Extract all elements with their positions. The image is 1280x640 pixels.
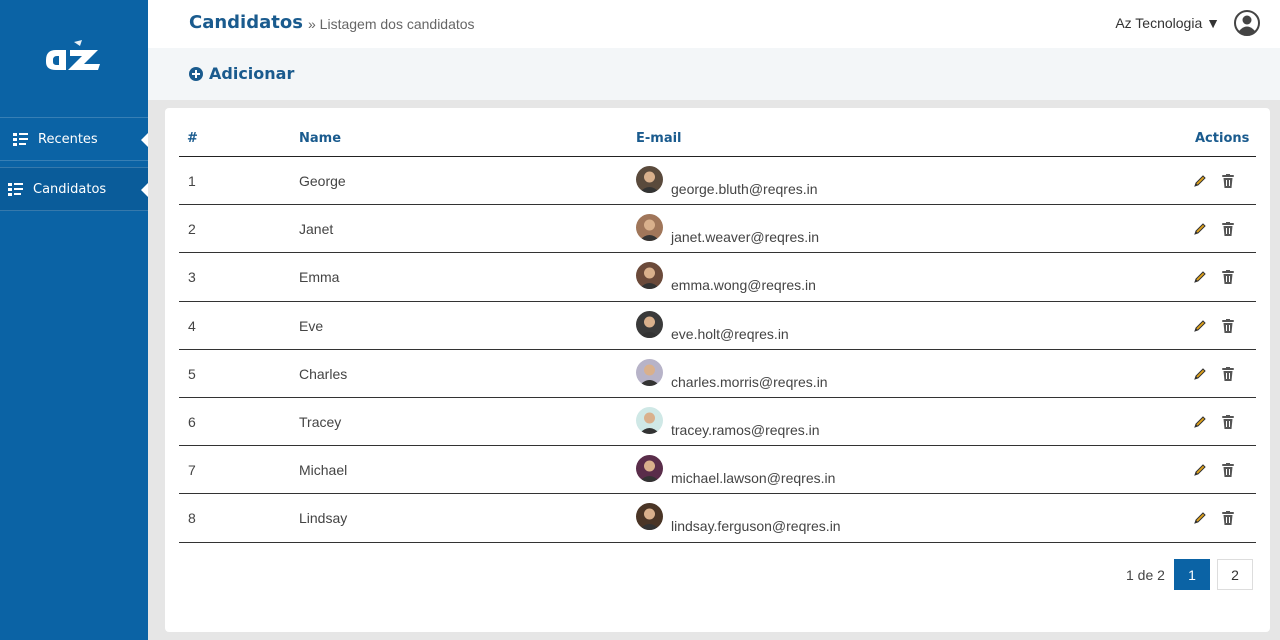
table-body: 1 George george.bluth@reqres.in 2 Janet janet… [179, 157, 1256, 543]
sidebar-item-label: Candidatos [33, 181, 107, 197]
row-id: 1 [188, 173, 196, 189]
row-name: Emma [299, 269, 340, 286]
list-icon [13, 132, 28, 146]
pencil-icon[interactable] [1193, 319, 1207, 336]
candidates-card: # Name E-mail Actions 1 George george.blut… [165, 108, 1270, 632]
pencil-icon[interactable] [1193, 415, 1207, 432]
row-email: lindsay.ferguson@reqres.in [671, 518, 841, 535]
trash-icon[interactable] [1222, 318, 1234, 336]
table-row: 2 Janet janet.weaver@reqres.in [179, 205, 1256, 254]
row-id: 8 [188, 510, 196, 527]
page-button-1[interactable]: 1 [1174, 559, 1210, 590]
column-header-actions: Actions [1195, 131, 1250, 146]
table-header: # Name E-mail Actions [179, 128, 1256, 157]
table-row: 4 Eve eve.holt@reqres.in [179, 302, 1256, 350]
row-email: charles.morris@reqres.in [671, 373, 828, 390]
row-id: 5 [188, 365, 196, 382]
sidebar-item-label: Recentes [38, 131, 98, 147]
sidebar-item-candidatos[interactable]: Candidatos [0, 167, 148, 211]
row-name: George [299, 173, 346, 189]
table-row: 6 Tracey tracey.ramos@reqres.in [179, 398, 1256, 447]
avatar [636, 262, 663, 290]
avatar [636, 358, 663, 386]
column-header-id: # [187, 131, 198, 146]
row-name: Michael [299, 462, 348, 479]
row-name: Janet [299, 221, 334, 238]
row-email: george.bluth@reqres.in [671, 181, 818, 197]
row-email: tracey.ramos@reqres.in [671, 421, 820, 438]
pencil-icon[interactable] [1193, 463, 1207, 480]
avatar [636, 166, 663, 193]
plus-circle-icon [189, 66, 203, 81]
trash-icon[interactable] [1222, 463, 1234, 480]
pencil-icon[interactable] [1193, 222, 1207, 239]
pencil-icon[interactable] [1193, 511, 1207, 528]
user-icon[interactable] [1234, 10, 1260, 36]
trash-icon[interactable] [1222, 414, 1234, 432]
avatar [636, 214, 663, 242]
add-button-label: Adicionar [209, 64, 295, 83]
row-id: 3 [188, 269, 196, 286]
table-row: 8 Lindsay lindsay.ferguson@reqres.in [179, 494, 1256, 543]
row-id: 6 [188, 413, 196, 430]
row-id: 4 [188, 317, 196, 334]
trash-icon[interactable] [1222, 511, 1234, 528]
pencil-icon[interactable] [1193, 367, 1207, 384]
avatar [636, 310, 663, 338]
avatar [636, 406, 663, 434]
avatar [636, 455, 663, 483]
row-name: Eve [299, 317, 324, 334]
sidebar-item-recentes[interactable]: Recentes [0, 117, 148, 161]
row-id: 2 [188, 221, 196, 238]
table-row: 1 George george.bluth@reqres.in [179, 157, 1256, 206]
company-dropdown[interactable]: Az Tecnologia ▼ [1115, 15, 1220, 31]
trash-icon[interactable] [1222, 222, 1234, 239]
sidebar: Recentes Candidatos [0, 0, 148, 640]
pencil-icon[interactable] [1193, 270, 1207, 287]
trash-icon[interactable] [1222, 174, 1234, 191]
caret-left-icon [141, 133, 148, 147]
column-header-name: Name [299, 131, 342, 146]
trash-icon[interactable] [1222, 366, 1234, 384]
column-header-email: E-mail [636, 131, 682, 146]
row-id: 7 [188, 462, 196, 479]
row-email: eve.holt@reqres.in [671, 325, 789, 342]
caret-left-icon [141, 183, 148, 197]
row-email: janet.weaver@reqres.in [671, 229, 820, 246]
row-email: emma.wong@reqres.in [671, 277, 816, 294]
row-name: Charles [299, 365, 348, 382]
table-row: 5 Charles charles.morris@reqres.in [179, 350, 1256, 398]
breadcrumb: » Listagem dos candidatos [308, 16, 475, 32]
row-name: Lindsay [299, 510, 348, 527]
header: Candidatos » Listagem dos candidatos Az … [148, 0, 1280, 48]
page-button-2[interactable]: 2 [1217, 559, 1253, 590]
action-bar: Adicionar [148, 48, 1280, 100]
pagination-info: 1 de 2 [1126, 567, 1165, 583]
pencil-icon[interactable] [1193, 174, 1207, 191]
add-button[interactable]: Adicionar [189, 64, 294, 83]
table-row: 3 Emma emma.wong@reqres.in [179, 253, 1256, 302]
row-email: michael.lawson@reqres.in [671, 470, 836, 487]
list-icon [8, 182, 23, 196]
trash-icon[interactable] [1222, 270, 1234, 287]
table-row: 7 Michael michael.lawson@reqres.in [179, 446, 1256, 495]
row-name: Tracey [299, 413, 342, 430]
page-title: Candidatos [189, 12, 303, 33]
avatar [636, 503, 663, 531]
az-logo [46, 40, 100, 70]
